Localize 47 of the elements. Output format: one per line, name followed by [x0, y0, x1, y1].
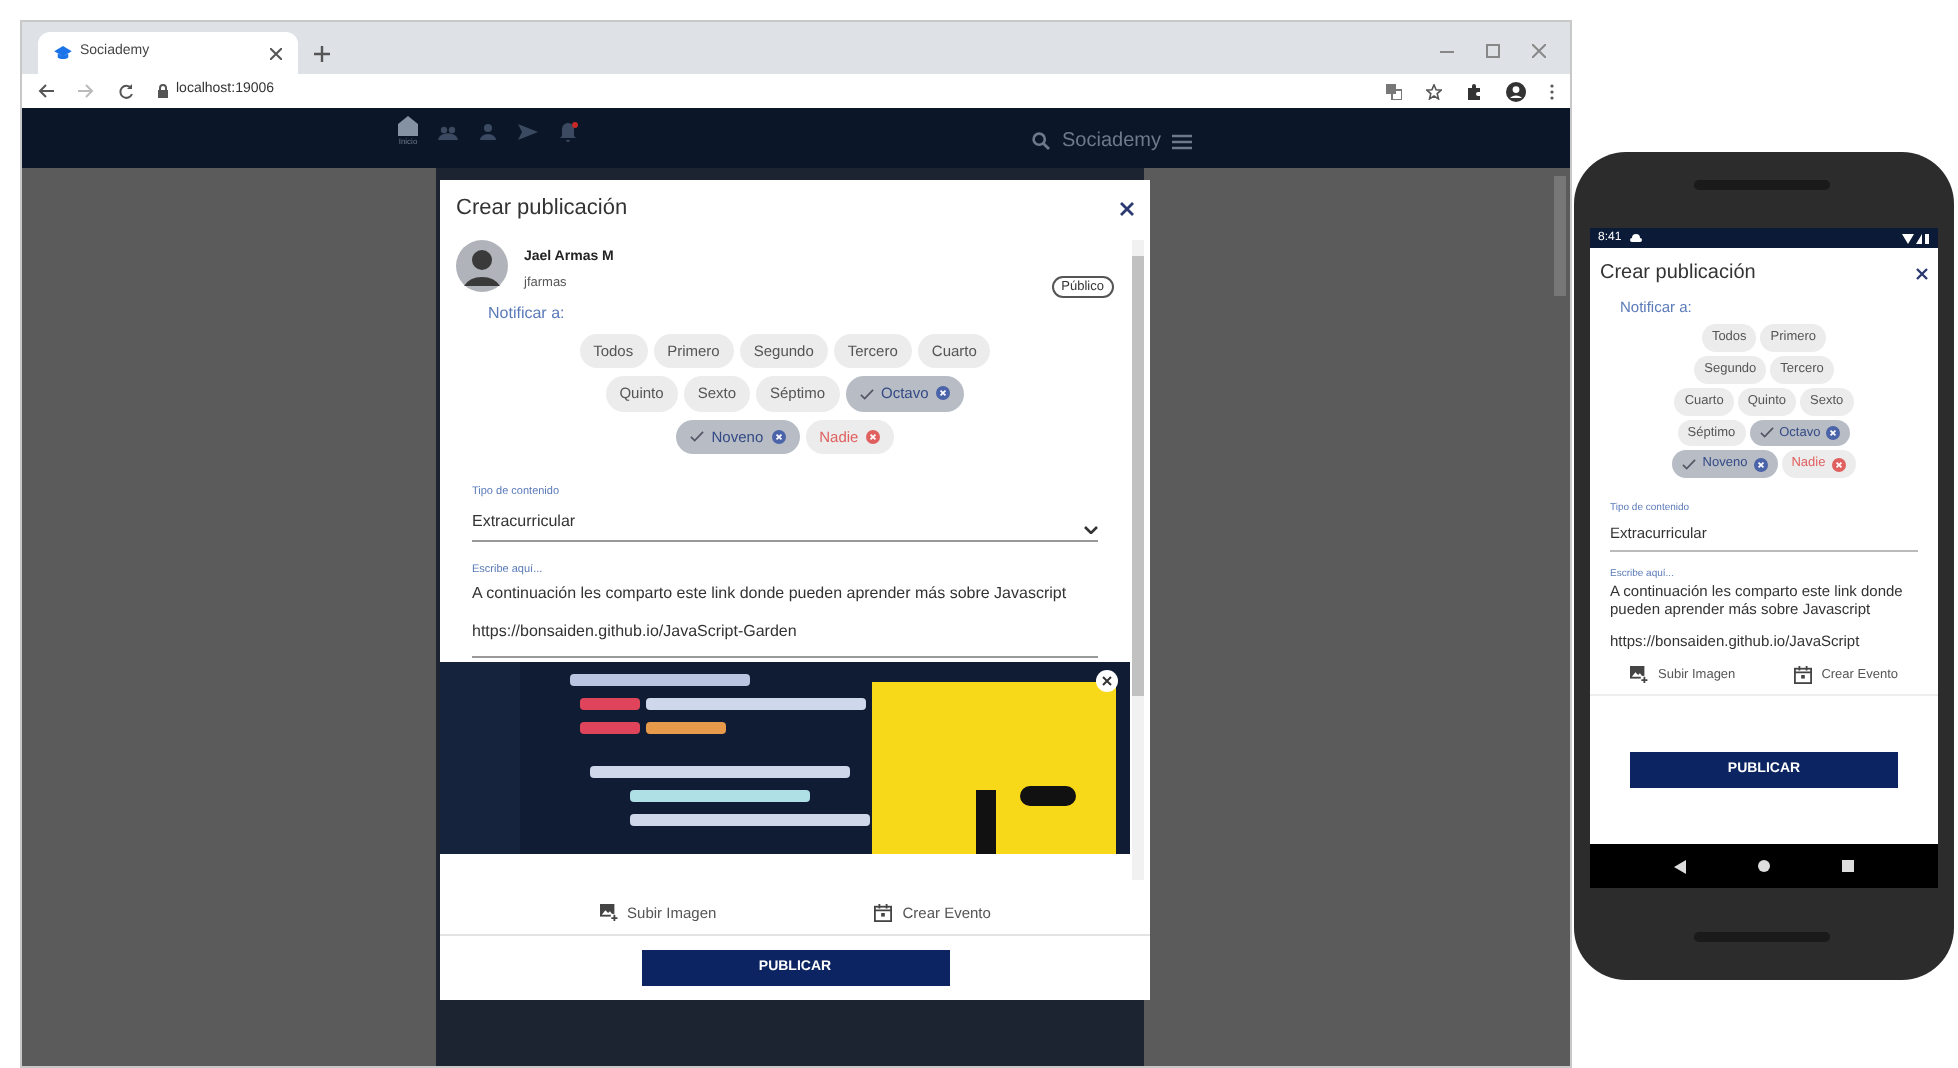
dialog-title: Crear publicación [456, 193, 628, 224]
back-icon[interactable] [1674, 859, 1686, 873]
close-icon[interactable] [1120, 201, 1134, 215]
remove-icon[interactable] [771, 429, 786, 444]
close-icon[interactable] [270, 47, 282, 59]
puzzle-icon[interactable] [1466, 83, 1482, 99]
reload-icon[interactable] [118, 83, 134, 99]
chevron-down-icon [1084, 526, 1098, 534]
mortarboard-icon [54, 46, 72, 60]
remove-icon[interactable] [866, 429, 881, 444]
search-icon[interactable] [1032, 132, 1050, 150]
maximize-icon[interactable] [1486, 44, 1500, 58]
bell-icon[interactable] [558, 121, 578, 141]
post-text: A continuación les comparto este link donde pueden aprender más sobre Javascript [472, 584, 1069, 605]
signal-icon [1902, 233, 1930, 243]
remove-icon[interactable] [1831, 457, 1846, 472]
remove-image-icon[interactable] [1096, 670, 1118, 693]
profile-icon[interactable] [1506, 81, 1526, 101]
check-icon [859, 387, 874, 400]
remove-icon[interactable] [1826, 425, 1841, 440]
field-value: Extracurricular [472, 510, 578, 534]
check-icon [689, 430, 704, 443]
close-icon[interactable] [1916, 267, 1928, 279]
home-icon[interactable] [398, 116, 418, 136]
translate-icon[interactable] [1386, 83, 1402, 99]
new-tab-icon[interactable] [314, 46, 330, 62]
back-icon[interactable] [38, 84, 54, 98]
calendar-icon [874, 904, 893, 922]
star-icon[interactable] [1426, 83, 1442, 99]
check-icon [1759, 426, 1774, 439]
image-upload-icon [599, 904, 618, 922]
notify-label: Notificar a: [488, 302, 567, 326]
lock-icon [158, 84, 168, 98]
dialog-title: Crear publicación [1600, 260, 1756, 288]
post-link: https://bonsaiden.github.io/JavaScript-Garden [472, 620, 799, 645]
brand-name: Sociademy [1062, 128, 1161, 156]
menu-icon[interactable] [1172, 133, 1193, 149]
remove-icon[interactable] [1753, 457, 1768, 472]
check-icon [1682, 458, 1697, 471]
calendar-icon [1793, 665, 1812, 684]
remove-icon[interactable] [936, 386, 951, 401]
scrollbar[interactable] [1554, 176, 1566, 296]
image-upload-icon [1630, 665, 1648, 684]
home-icon[interactable] [1758, 860, 1770, 872]
cloud-icon [1629, 234, 1642, 242]
scrollbar-thumb[interactable] [1132, 256, 1144, 696]
avatar [456, 240, 508, 292]
